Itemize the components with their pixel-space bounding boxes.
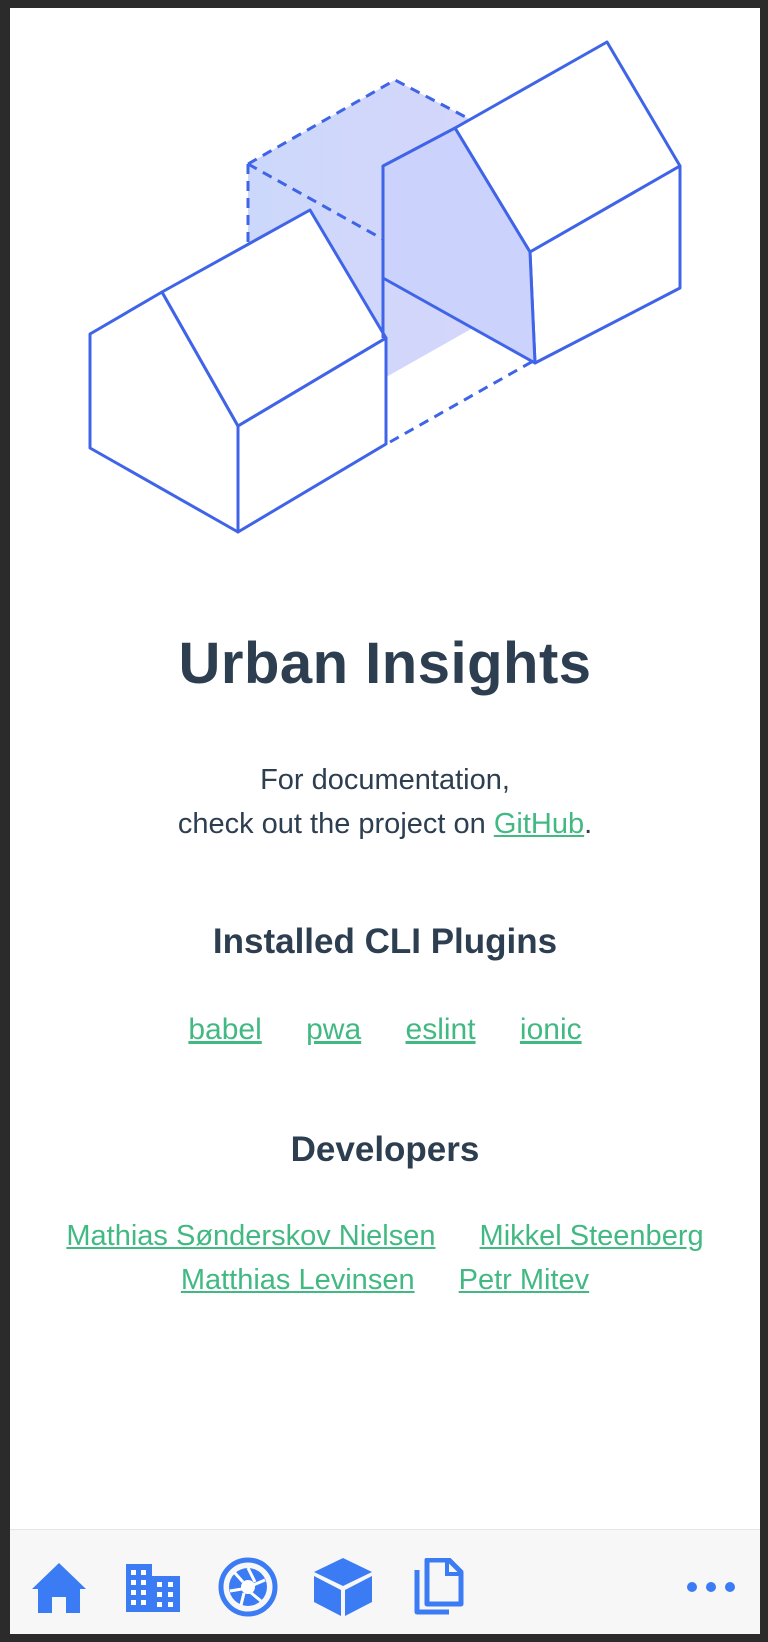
tab-camera[interactable] — [215, 1554, 281, 1620]
app-screen: Urban Insights For documentation, check … — [10, 8, 760, 1634]
developer-link[interactable]: Mikkel Steenberg — [480, 1220, 704, 1252]
doc-suffix: . — [584, 808, 593, 840]
doc-line-1: For documentation, — [260, 764, 510, 796]
developer-link[interactable]: Matthias Levinsen — [181, 1264, 415, 1296]
documentation-text: For documentation, check out the project… — [10, 758, 760, 846]
bottom-tab-bar — [10, 1529, 760, 1634]
github-link[interactable]: GitHub — [494, 808, 584, 840]
tab-3d-model[interactable] — [310, 1554, 376, 1620]
plugins-heading: Installed CLI Plugins — [212, 922, 558, 961]
tab-buildings[interactable] — [120, 1554, 186, 1620]
doc-line-2-prefix: check out the project on — [177, 808, 486, 840]
houses-illustration — [88, 40, 682, 534]
developer-link[interactable]: Mathias Sønderskov Nielsen — [66, 1220, 435, 1252]
documents-icon — [414, 1558, 464, 1615]
plugin-link-eslint[interactable]: eslint — [406, 1013, 476, 1046]
developers-list: Mathias Sønderskov Nielsen Mikkel Steenb… — [10, 1214, 760, 1302]
plugin-link-ionic[interactable]: ionic — [520, 1013, 582, 1046]
plugin-link-pwa[interactable]: pwa — [306, 1013, 361, 1046]
page-title: Urban Insights — [178, 631, 592, 696]
building-icon — [126, 1564, 180, 1612]
camera-aperture-icon — [218, 1557, 278, 1617]
tab-documents[interactable] — [406, 1554, 472, 1620]
home-icon — [32, 1563, 86, 1613]
developer-link[interactable]: Petr Mitev — [459, 1264, 590, 1296]
plugin-link-babel[interactable]: babel — [188, 1013, 261, 1046]
tab-home[interactable] — [26, 1554, 92, 1620]
more-icon — [687, 1582, 735, 1592]
doc-line-2: check out the project on GitHub. — [10, 802, 760, 846]
plugins-list: babel pwa eslint ionic — [10, 1008, 760, 1052]
tab-more[interactable] — [678, 1554, 744, 1620]
cube-icon — [314, 1558, 372, 1616]
developers-heading: Developers — [290, 1130, 480, 1169]
